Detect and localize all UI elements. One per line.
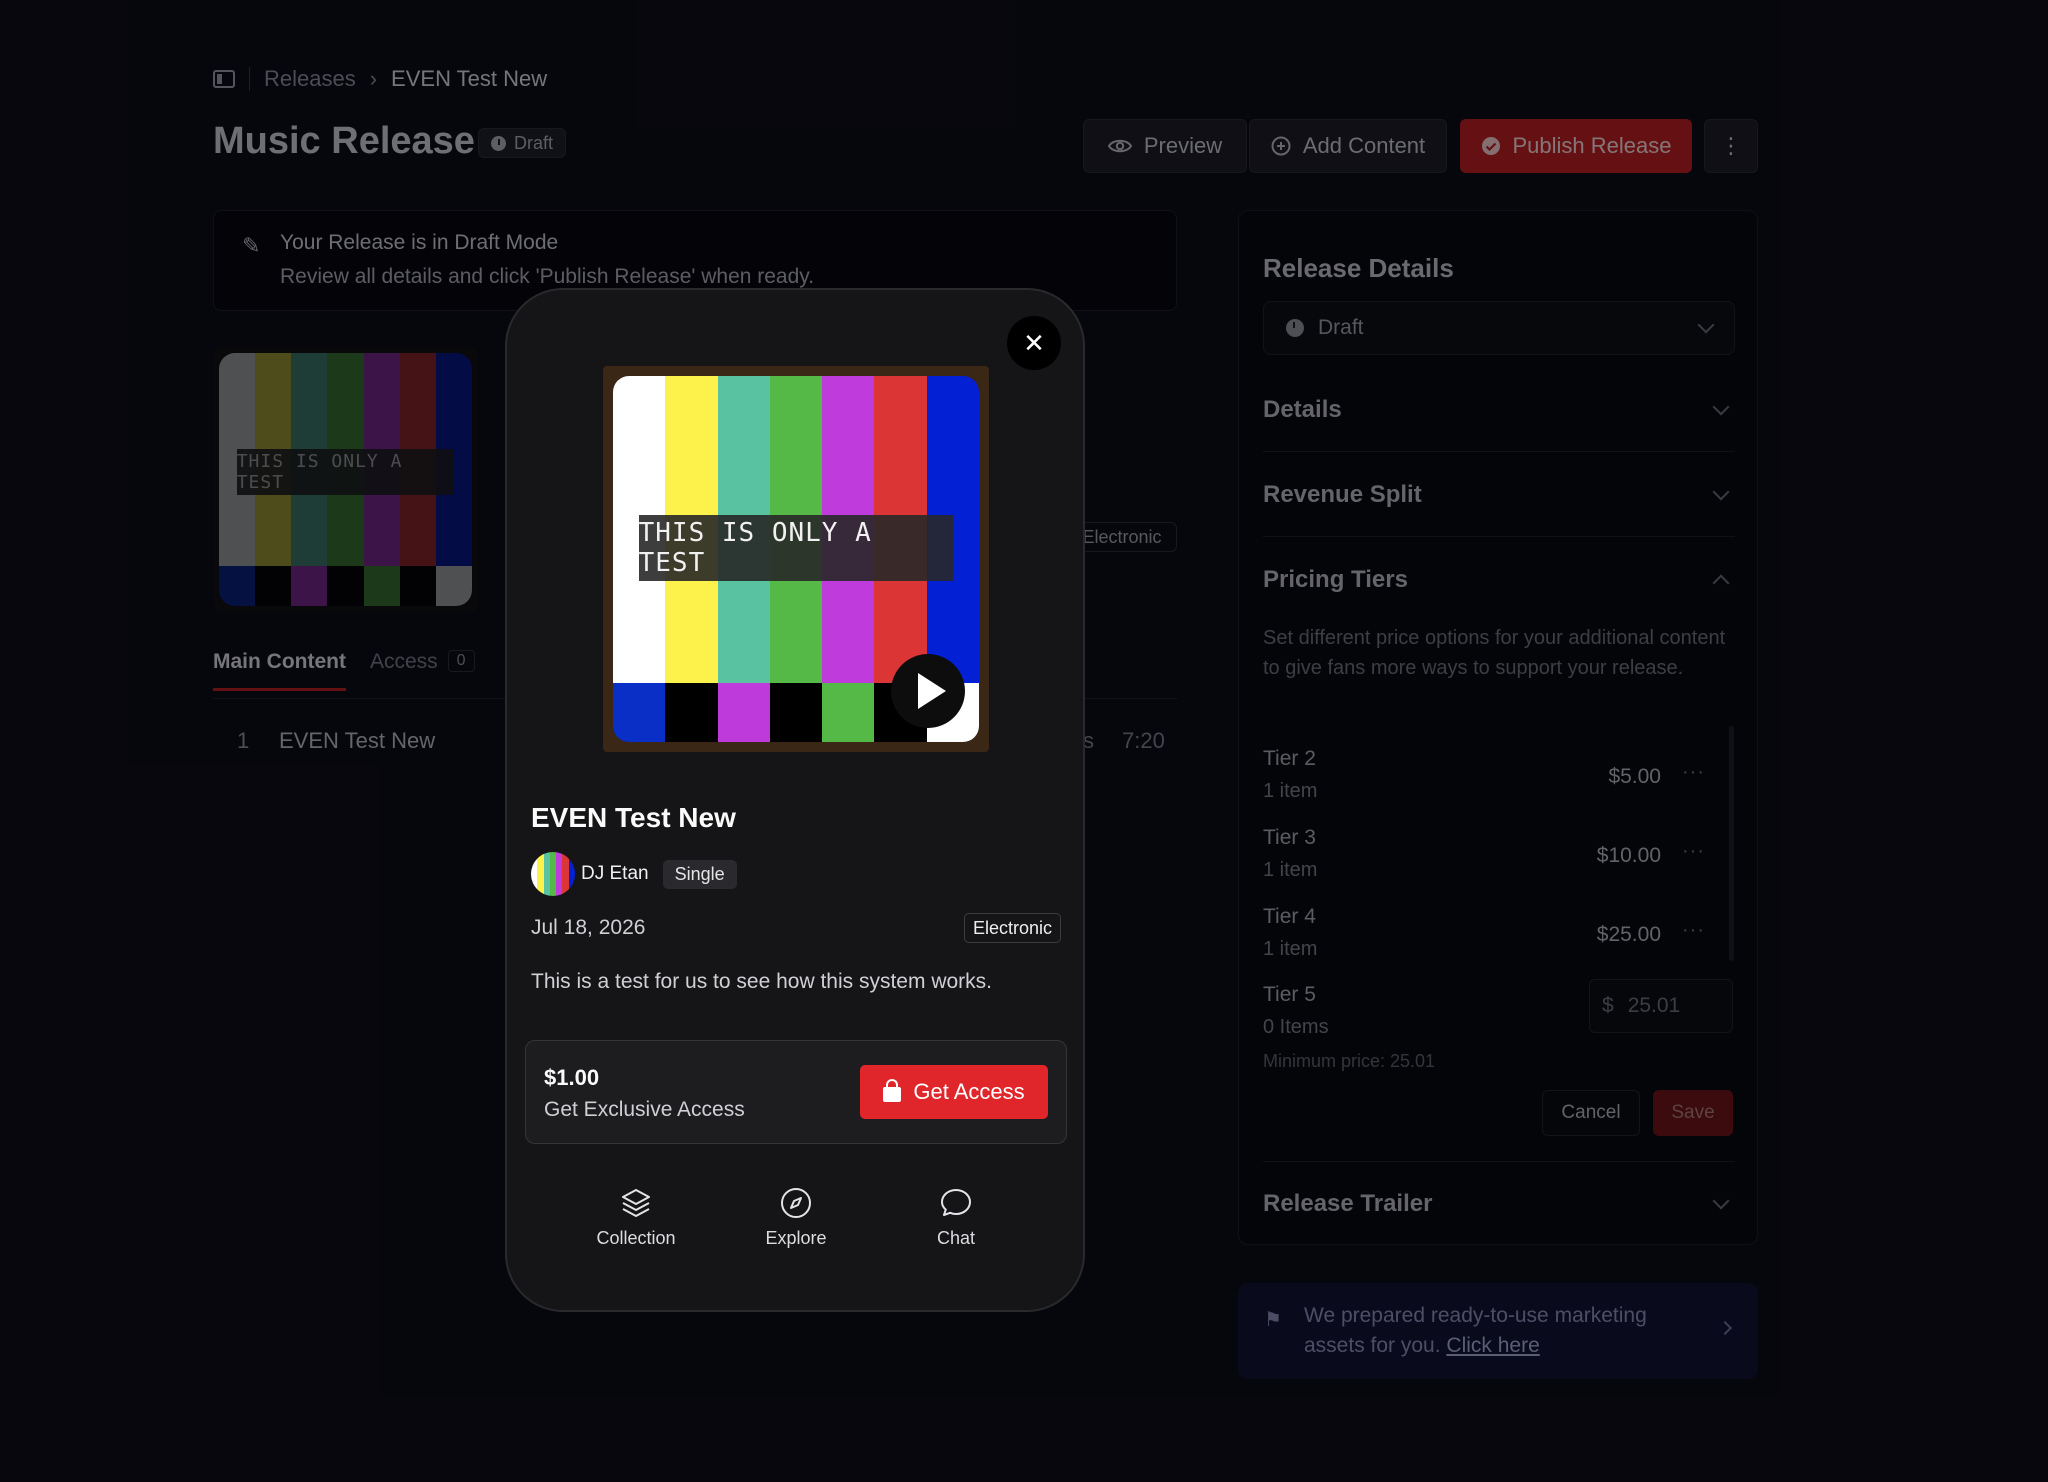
get-access-label: Get Access [913,1079,1025,1104]
avatar-stripe [568,852,575,896]
nav-chat[interactable]: Chat [886,1186,1026,1249]
close-icon: ✕ [1023,327,1045,358]
nav-explore-label: Explore [765,1228,827,1248]
nav-collection[interactable]: Collection [566,1186,706,1249]
avatar[interactable] [531,852,575,896]
access-price: $1.00 [544,1065,600,1090]
test-pattern: THIS IS ONLY A TEST [613,376,979,742]
color-bar [717,683,770,742]
release-preview-modal: ✕ THIS IS ONLY A TEST EVEN Test New DJ E… [505,288,1085,1312]
get-access-button[interactable]: Get Access [860,1065,1048,1119]
play-button[interactable] [891,654,965,728]
release-type-badge: Single [662,859,737,889]
nav-explore[interactable]: Explore [726,1186,866,1249]
compass-icon [781,1188,811,1218]
color-bar [613,683,666,742]
access-label: Get Exclusive Access [544,1098,745,1121]
genre-badge: Electronic [963,913,1061,943]
artist-row: DJ Etan Single [531,852,737,896]
nav-chat-label: Chat [936,1228,976,1248]
close-button[interactable]: ✕ [1007,316,1061,370]
release-description: This is a test for us to see how this sy… [531,970,992,993]
play-icon [918,673,946,709]
lock-icon [883,1078,902,1102]
access-card: $1.00 Get Exclusive Access Get Access [525,1040,1067,1144]
color-bar [769,683,823,742]
release-title: EVEN Test New [531,802,736,833]
chat-bubble-icon [941,1189,971,1216]
artist-name[interactable]: DJ Etan [581,863,649,885]
nav-collection-label: Collection [596,1228,676,1248]
color-bar [665,683,718,742]
release-cover: THIS IS ONLY A TEST [603,366,989,752]
release-date: Jul 18, 2026 [531,916,646,939]
color-bar [822,683,875,742]
cover-label: THIS IS ONLY A TEST [638,515,954,581]
layers-icon [622,1189,650,1217]
